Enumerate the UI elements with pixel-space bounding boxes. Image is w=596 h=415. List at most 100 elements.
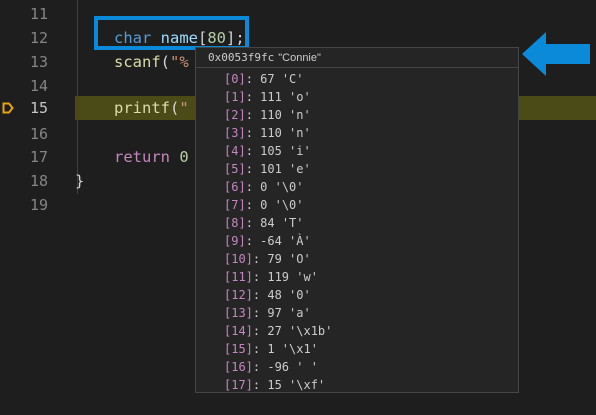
element-separator: : [252,378,268,392]
element-separator: : [245,108,261,122]
array-element-row[interactable]: [10]: 79 'O' [224,250,311,268]
array-element-row[interactable]: [11]: 119 'w' [224,268,318,286]
array-element-row[interactable]: [3]: 110 'n' [224,124,311,142]
element-separator: : [252,360,268,374]
gutter-line-12: 12 [0,27,56,49]
element-index: [13] [224,306,253,320]
element-index: [2] [224,108,246,122]
element-separator: : [245,180,261,194]
element-value: 67 'C' [260,72,304,86]
gutter-line-11: 11 [0,3,56,25]
code-line-18[interactable]: } [75,170,84,192]
element-index: [6] [224,180,246,194]
element-separator: : [252,342,268,356]
array-element-row[interactable]: [5]: 101 'e' [224,160,311,178]
array-element-row[interactable]: [12]: 48 '0' [224,286,311,304]
element-index: [4] [224,144,246,158]
array-element-row[interactable]: [2]: 110 'n' [224,106,311,124]
array-element-row[interactable]: [8]: 84 'T' [224,214,304,232]
element-index: [9] [224,234,246,248]
element-index: [7] [224,198,246,212]
element-index: [11] [224,270,253,284]
element-value: 15 '\xf' [267,378,326,392]
element-separator: : [252,252,268,266]
element-value: 0 '\0' [260,180,304,194]
element-separator: : [245,216,261,230]
array-element-row[interactable]: [6]: 0 '\0' [224,178,304,196]
element-separator: : [252,288,268,302]
element-value: 111 'o' [260,90,311,104]
array-element-row[interactable]: [14]: 27 '\x1b' [224,322,332,340]
line-number: 16 [29,125,48,143]
element-separator: : [252,270,268,284]
array-element-row[interactable]: [1]: 111 'o' [224,88,311,106]
element-separator: : [245,144,261,158]
element-index: [16] [224,360,253,374]
annotation-highlight-box [94,16,249,50]
array-element-row[interactable]: [13]: 97 'a' [224,304,311,322]
line-number: 11 [29,5,48,23]
element-value: 110 'n' [260,126,311,140]
element-index: [17] [224,378,253,392]
element-separator: : [252,324,268,338]
gutter-line-16: 16 [0,123,56,145]
element-index: [14] [224,324,253,338]
left-pointing-arrow-icon [522,32,590,76]
array-element-row[interactable]: [4]: 105 'i' [224,142,311,160]
paren-open: ( [170,99,180,117]
element-index: [10] [224,252,253,266]
element-index: [5] [224,162,246,176]
line-number: 18 [29,172,48,190]
element-value: 27 '\x1b' [267,324,333,338]
element-value: 84 'T' [260,216,304,230]
paren-open: ( [160,53,171,71]
gutter-line-13: 13 [0,51,56,73]
array-element-row[interactable]: [16]: -96 ' ' [224,358,318,376]
gutter-line-15[interactable]: 15 [0,97,56,119]
element-value: 79 'O' [267,252,311,266]
format-string: " [179,99,189,117]
code-line-17[interactable]: return 0 [114,146,189,168]
gutter-line-19: 19 [0,194,56,216]
debug-hover-widget[interactable]: 0x0053f9fc "Connie" [0]: 67 'C' [1]: 111 '… [195,47,519,393]
array-element-row[interactable]: [7]: 0 '\0' [224,196,304,214]
code-line-15[interactable]: printf(" [114,97,189,119]
gutter-line-17: 17 [0,146,56,168]
element-index: [0] [224,72,246,86]
element-value: 101 'e' [260,162,311,176]
line-number: 15 [29,99,48,117]
element-value: 119 'w' [267,270,318,284]
hover-header[interactable]: 0x0053f9fc "Connie" [196,48,518,68]
element-index: [3] [224,126,246,140]
line-number: 13 [29,53,48,71]
element-separator: : [245,126,261,140]
element-value: 1 '\x1' [267,342,318,356]
element-value: -96 ' ' [267,360,318,374]
format-string: "% [170,53,189,71]
function-scanf: scanf [114,53,161,71]
function-printf: printf [114,99,170,117]
gutter-line-14: 14 [0,75,56,97]
line-number: 19 [29,196,48,214]
array-element-row[interactable]: [0]: 67 'C' [224,70,304,88]
string-value: "Connie" [278,52,321,64]
element-value: -64 'À' [260,234,311,248]
keyword-return: return [114,148,170,166]
element-value: 97 'a' [267,306,311,320]
element-index: [12] [224,288,253,302]
gutter-line-18: 18 [0,170,56,192]
return-value: 0 [179,148,189,166]
element-value: 105 'i' [260,144,311,158]
pointer-address: 0x0053f9fc [208,51,275,64]
debug-breakpoint-arrow-icon[interactable] [2,102,14,114]
array-element-row[interactable]: [17]: 15 '\xf' [224,376,326,392]
element-separator: : [245,90,261,104]
element-separator: : [245,234,261,248]
element-separator: : [245,162,261,176]
array-element-row[interactable]: [9]: -64 'À' [224,232,311,250]
element-value: 48 '0' [267,288,311,302]
array-element-row[interactable]: [15]: 1 '\x1' [224,340,318,358]
element-index: [15] [224,342,253,356]
element-index: [1] [224,90,246,104]
code-line-13[interactable]: scanf("% [114,51,189,73]
